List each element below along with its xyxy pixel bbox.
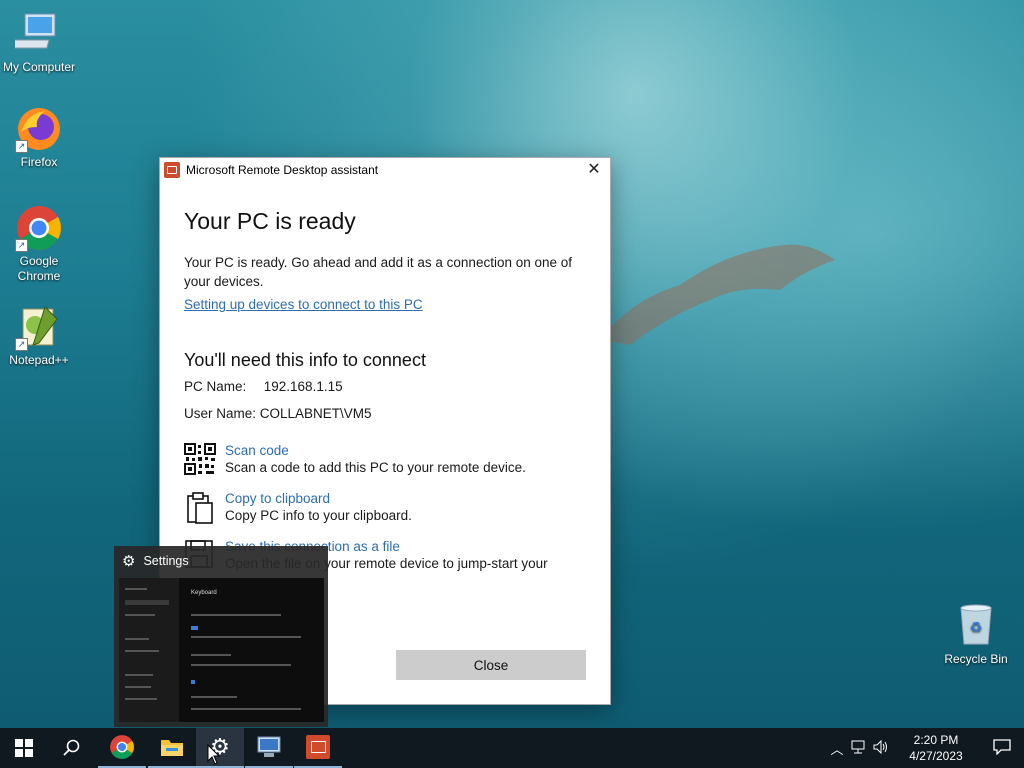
search-button[interactable] (48, 728, 96, 768)
dialog-titlebar[interactable]: Microsoft Remote Desktop assistant (160, 158, 610, 182)
volume-icon[interactable] (870, 739, 892, 757)
preview-toggle (191, 626, 198, 630)
notepad-plus-plus-icon: ↗ (15, 303, 63, 351)
desktop-icon-label: Firefox (20, 155, 58, 169)
wallpaper-swimmer (600, 244, 835, 345)
preview-line (125, 650, 159, 652)
taskbar-remote-desktop-assistant[interactable] (294, 728, 342, 768)
scan-code-link[interactable]: Scan code (225, 443, 526, 458)
computer-icon (10, 10, 63, 58)
chevron-up-icon[interactable]: ︿ (826, 739, 848, 758)
user-name-row: User Name: COLLABNET\VM5 (184, 406, 594, 421)
shortcut-arrow-icon: ↗ (15, 338, 28, 351)
clock-date: 4/27/2023 (909, 749, 963, 763)
start-button[interactable] (0, 728, 48, 768)
notifications-icon[interactable] (980, 738, 1024, 758)
desktop-icon-label: Notepad++ (9, 353, 69, 367)
chrome-icon: ↗ (15, 204, 63, 252)
copy-to-clipboard-description: Copy PC info to your clipboard. (225, 508, 412, 523)
close-button[interactable]: Close (396, 650, 586, 680)
desktop-icon-label: My Computer (2, 60, 76, 74)
user-name-value: COLLABNET\VM5 (259, 406, 372, 421)
desktop-icon-firefox[interactable]: ↗ Firefox (1, 105, 77, 170)
dialog-content: Your PC is ready Your PC is ready. Go ah… (184, 208, 594, 573)
settings-window-preview: Keyboard (119, 578, 324, 722)
copy-to-clipboard-action[interactable]: Copy to clipboard Copy PC info to your c… (184, 491, 594, 525)
folder-icon (161, 740, 183, 756)
desktop-icon-my-computer[interactable]: My Computer (1, 10, 77, 75)
taskbar-chrome[interactable] (98, 728, 146, 768)
svg-text:♻: ♻ (970, 620, 983, 636)
preview-search (125, 600, 169, 605)
preview-line (125, 614, 155, 616)
system-tray: ︿ 2:20 PM 4/27/2023 (826, 728, 1024, 768)
search-icon (63, 739, 80, 756)
scan-code-description: Scan a code to add this PC to your remot… (225, 460, 526, 475)
qr-code-icon (184, 443, 216, 477)
info-heading: You'll need this info to connect (184, 350, 426, 370)
desktop-icon-google-chrome[interactable]: ↗ Google Chrome (1, 204, 77, 284)
taskbar-clock[interactable]: 2:20 PM 4/27/2023 (902, 732, 970, 764)
clock-time: 2:20 PM (913, 733, 959, 747)
user-name-label: User Name: (184, 406, 257, 421)
preview-heading: Keyboard (191, 590, 217, 596)
desktop-icon-notepad-plus-plus[interactable]: ↗ Notepad++ (1, 303, 77, 368)
preview-line (125, 674, 153, 676)
preview-line (125, 588, 147, 590)
preview-line (191, 696, 237, 698)
scan-code-action[interactable]: Scan code Scan a code to add this PC to … (184, 443, 594, 477)
pc-name-value: 192.168.1.15 (263, 379, 343, 394)
preview-checkbox (191, 680, 195, 684)
ready-description: Your PC is ready. Go ahead and add it as… (184, 255, 573, 289)
close-icon[interactable]: ✕ (584, 160, 604, 180)
network-icon[interactable] (848, 740, 870, 757)
preview-line (191, 654, 231, 656)
preview-line (191, 636, 301, 638)
chrome-icon (110, 735, 134, 759)
shortcut-arrow-icon: ↗ (15, 140, 28, 153)
thumbnail-title: Settings (143, 554, 189, 568)
page-title: Your PC is ready (184, 208, 356, 234)
preview-line (125, 638, 149, 640)
recycle-bin-label: Recycle Bin (944, 652, 1008, 666)
desktop-icon-label: Google Chrome (17, 254, 61, 283)
taskbar-file-explorer[interactable] (148, 728, 196, 768)
preview-line (125, 698, 157, 700)
setup-devices-link[interactable]: Setting up devices to connect to this PC (184, 297, 423, 312)
taskbar: ⚙ ︿ 2:20 PM 4/27/2023 (0, 728, 1024, 768)
pc-name-label: PC Name: (184, 379, 247, 394)
shortcut-arrow-icon: ↗ (15, 239, 28, 252)
preview-line (191, 664, 291, 666)
preview-line (191, 614, 281, 616)
copy-to-clipboard-link[interactable]: Copy to clipboard (225, 491, 412, 506)
recycle-bin-icon: ♻ (952, 600, 1000, 648)
desktop-icon-recycle-bin[interactable]: ♻ Recycle Bin (938, 600, 1014, 666)
settings-taskbar-thumbnail[interactable]: ⚙ Settings Keyboard (114, 546, 328, 727)
firefox-icon: ↗ (15, 105, 63, 153)
pc-name-row: PC Name: 192.168.1.15 (184, 379, 594, 394)
mouse-cursor-icon (207, 744, 221, 765)
preview-line (191, 708, 301, 710)
remote-desktop-app-icon (164, 162, 180, 178)
dialog-title: Microsoft Remote Desktop assistant (186, 163, 379, 177)
taskbar-remote-desktop-connection[interactable] (245, 728, 293, 768)
remote-desktop-connection-icon (257, 736, 281, 757)
thumbnail-titlebar: ⚙ Settings (114, 546, 328, 576)
clipboard-icon (184, 491, 216, 525)
remote-desktop-app-icon (306, 735, 330, 759)
preview-line (125, 686, 151, 688)
windows-logo-icon (15, 739, 33, 757)
gear-icon: ⚙ (122, 553, 136, 570)
